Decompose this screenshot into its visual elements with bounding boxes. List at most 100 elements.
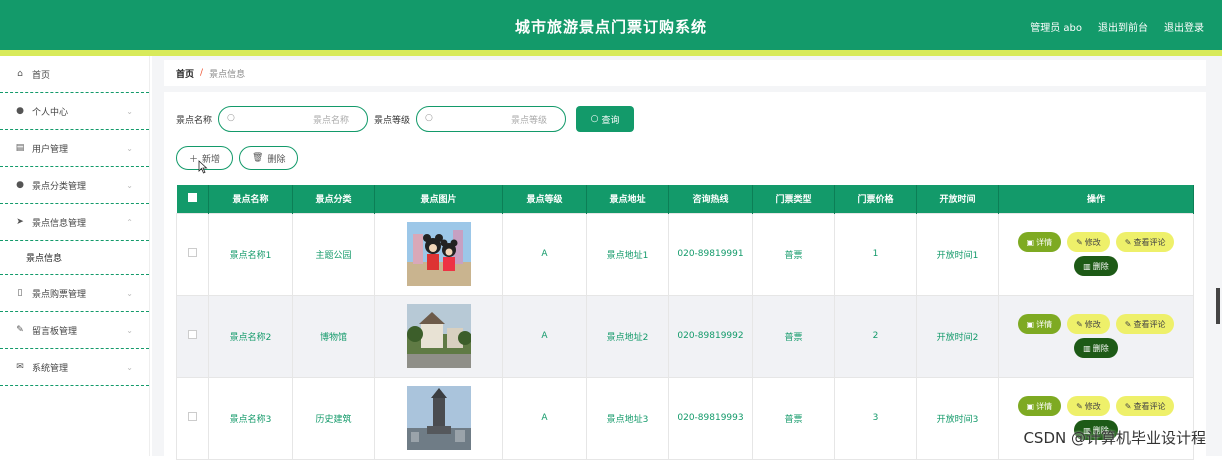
row-checkbox[interactable] xyxy=(188,412,197,421)
column-header: 开放时间 xyxy=(917,185,999,213)
detail-label: 详情 xyxy=(1036,319,1052,330)
delete-label: 删除 xyxy=(1093,261,1109,272)
attractions-table: 景点名称 景点分类 景点图片 景点等级 景点地址 咨询热线 门票类型 门票价格 … xyxy=(176,185,1194,460)
view-reviews-button[interactable]: ✎查看评论 xyxy=(1116,232,1175,252)
exit-to-front-link[interactable]: 退出到前台 xyxy=(1098,19,1148,34)
trash-icon: ▥ xyxy=(1083,344,1091,353)
name-search-label: 景点名称 xyxy=(176,113,212,126)
row-checkbox[interactable] xyxy=(188,248,197,257)
sidebar-subitem-info[interactable]: 景点信息 xyxy=(0,241,149,275)
breadcrumb-home[interactable]: 首页 xyxy=(176,67,194,80)
mouse-cursor-icon xyxy=(198,160,208,174)
cell-category: 主题公园 xyxy=(293,213,375,295)
cell-price: 3 xyxy=(835,377,917,459)
scrollbar-thumb[interactable] xyxy=(1216,288,1220,324)
logout-link[interactable]: 退出登录 xyxy=(1164,19,1204,34)
detail-button[interactable]: ▣详情 xyxy=(1018,396,1062,416)
cell-price: 2 xyxy=(835,295,917,377)
select-all-cell[interactable] xyxy=(177,185,209,213)
view-reviews-button[interactable]: ✎查看评论 xyxy=(1116,314,1175,334)
sidebar-item-category-management[interactable]: ● 景点分类管理 ⌄ xyxy=(0,167,149,204)
cell-category: 博物馆 xyxy=(293,295,375,377)
detail-icon: ▣ xyxy=(1027,238,1035,247)
delete-button[interactable]: ▥删除 xyxy=(1074,256,1118,276)
table-row: 景点名称1 主题公园 A 景点地址1 020-8 xyxy=(177,213,1194,295)
cell-level: A xyxy=(503,377,587,459)
row-select-cell[interactable] xyxy=(177,377,209,459)
cell-phone: 020-89819992 xyxy=(669,295,753,377)
ticket-icon: ▯ xyxy=(14,288,26,298)
cell-image xyxy=(375,377,503,459)
plus-icon: ＋ xyxy=(189,152,198,165)
cell-name: 景点名称1 xyxy=(209,213,293,295)
level-search-label: 景点等级 xyxy=(374,113,410,126)
sidebar-item-system-management[interactable]: ✉ 系统管理 ⌄ xyxy=(0,349,149,386)
top-header: 城市旅游景点门票订购系统 管理员 abo 退出到前台 退出登录 xyxy=(0,0,1222,50)
level-search-input[interactable]: ○ 景点等级 xyxy=(416,106,566,132)
attraction-thumbnail xyxy=(407,386,471,450)
row-select-cell[interactable] xyxy=(177,213,209,295)
row-select-cell[interactable] xyxy=(177,295,209,377)
search-icon: ○ xyxy=(227,113,235,123)
row-checkbox[interactable] xyxy=(188,330,197,339)
sidebar-item-home[interactable]: ⌂ 首页 xyxy=(0,56,149,93)
chevron-up-icon: ⌃ xyxy=(126,218,133,227)
cell-ticket-type: 普票 xyxy=(753,377,835,459)
sidebar-item-message-board[interactable]: ✎ 留言板管理 ⌄ xyxy=(0,312,149,349)
delete-button[interactable]: ▥删除 xyxy=(1074,338,1118,358)
breadcrumb: 首页 / 景点信息 xyxy=(164,60,1206,86)
cell-address: 景点地址3 xyxy=(587,377,669,459)
sidebar-item-info-management[interactable]: ➤ 景点信息管理 ⌃ xyxy=(0,204,149,241)
sidebar-item-user-management[interactable]: ▤ 用户管理 ⌄ xyxy=(0,130,149,167)
cell-image xyxy=(375,213,503,295)
sidebar-item-label: 个人中心 xyxy=(32,105,68,118)
edit-label: 修改 xyxy=(1085,401,1101,412)
review-label: 查看评论 xyxy=(1133,401,1165,412)
cell-name: 景点名称3 xyxy=(209,377,293,459)
send-icon: ➤ xyxy=(14,217,26,227)
detail-label: 详情 xyxy=(1036,237,1052,248)
edit-icon: ✎ xyxy=(1076,402,1083,411)
header-right: 管理员 abo 退出到前台 退出登录 xyxy=(1030,19,1204,34)
breadcrumb-separator: / xyxy=(200,68,203,78)
cell-price: 1 xyxy=(835,213,917,295)
delete-button-label: 删除 xyxy=(267,152,285,165)
detail-button[interactable]: ▣详情 xyxy=(1018,232,1062,252)
cell-address: 景点地址1 xyxy=(587,213,669,295)
review-label: 查看评论 xyxy=(1133,237,1165,248)
edit-button[interactable]: ✎修改 xyxy=(1067,314,1110,334)
sidebar-item-ticket-management[interactable]: ▯ 景点购票管理 ⌄ xyxy=(0,275,149,312)
cell-ticket-type: 普票 xyxy=(753,295,835,377)
chevron-down-icon: ⌄ xyxy=(126,181,133,190)
column-header: 景点分类 xyxy=(293,185,375,213)
cell-name: 景点名称2 xyxy=(209,295,293,377)
trash-icon: 🗑 xyxy=(252,153,263,163)
sidebar-item-label: 用户管理 xyxy=(32,142,68,155)
table-header-row: 景点名称 景点分类 景点图片 景点等级 景点地址 咨询热线 门票类型 门票价格 … xyxy=(177,185,1194,213)
edit-icon: ✎ xyxy=(14,325,26,335)
detail-button[interactable]: ▣详情 xyxy=(1018,314,1062,334)
column-header: 景点地址 xyxy=(587,185,669,213)
chevron-down-icon: ⌄ xyxy=(126,289,133,298)
search-button[interactable]: ○ 查询 xyxy=(576,106,634,132)
sidebar-item-personal-center[interactable]: ● 个人中心 ⌄ xyxy=(0,93,149,130)
chevron-down-icon: ⌄ xyxy=(126,144,133,153)
column-header: 景点图片 xyxy=(375,185,503,213)
edit-icon: ✎ xyxy=(1076,320,1083,329)
edit-button[interactable]: ✎修改 xyxy=(1067,232,1110,252)
search-icon: ○ xyxy=(591,114,599,124)
select-all-checkbox[interactable] xyxy=(188,193,197,202)
batch-delete-button[interactable]: 🗑 删除 xyxy=(239,146,298,170)
sidebar-item-label: 景点信息管理 xyxy=(32,216,86,229)
edit-button[interactable]: ✎修改 xyxy=(1067,396,1110,416)
cell-operations: ▣详情 ✎修改 ✎查看评论 ▥删除 xyxy=(999,295,1194,377)
name-search-input[interactable]: ○ 景点名称 xyxy=(218,106,368,132)
detail-icon: ▣ xyxy=(1027,402,1035,411)
view-reviews-button[interactable]: ✎查看评论 xyxy=(1116,396,1175,416)
cell-image xyxy=(375,295,503,377)
cell-open-time: 开放时间1 xyxy=(917,213,999,295)
home-icon: ⌂ xyxy=(14,69,26,79)
watermark-text: CSDN @计算机毕业设计程 xyxy=(1023,427,1206,448)
search-icon: ○ xyxy=(425,113,433,123)
edit-icon: ✎ xyxy=(1076,238,1083,247)
